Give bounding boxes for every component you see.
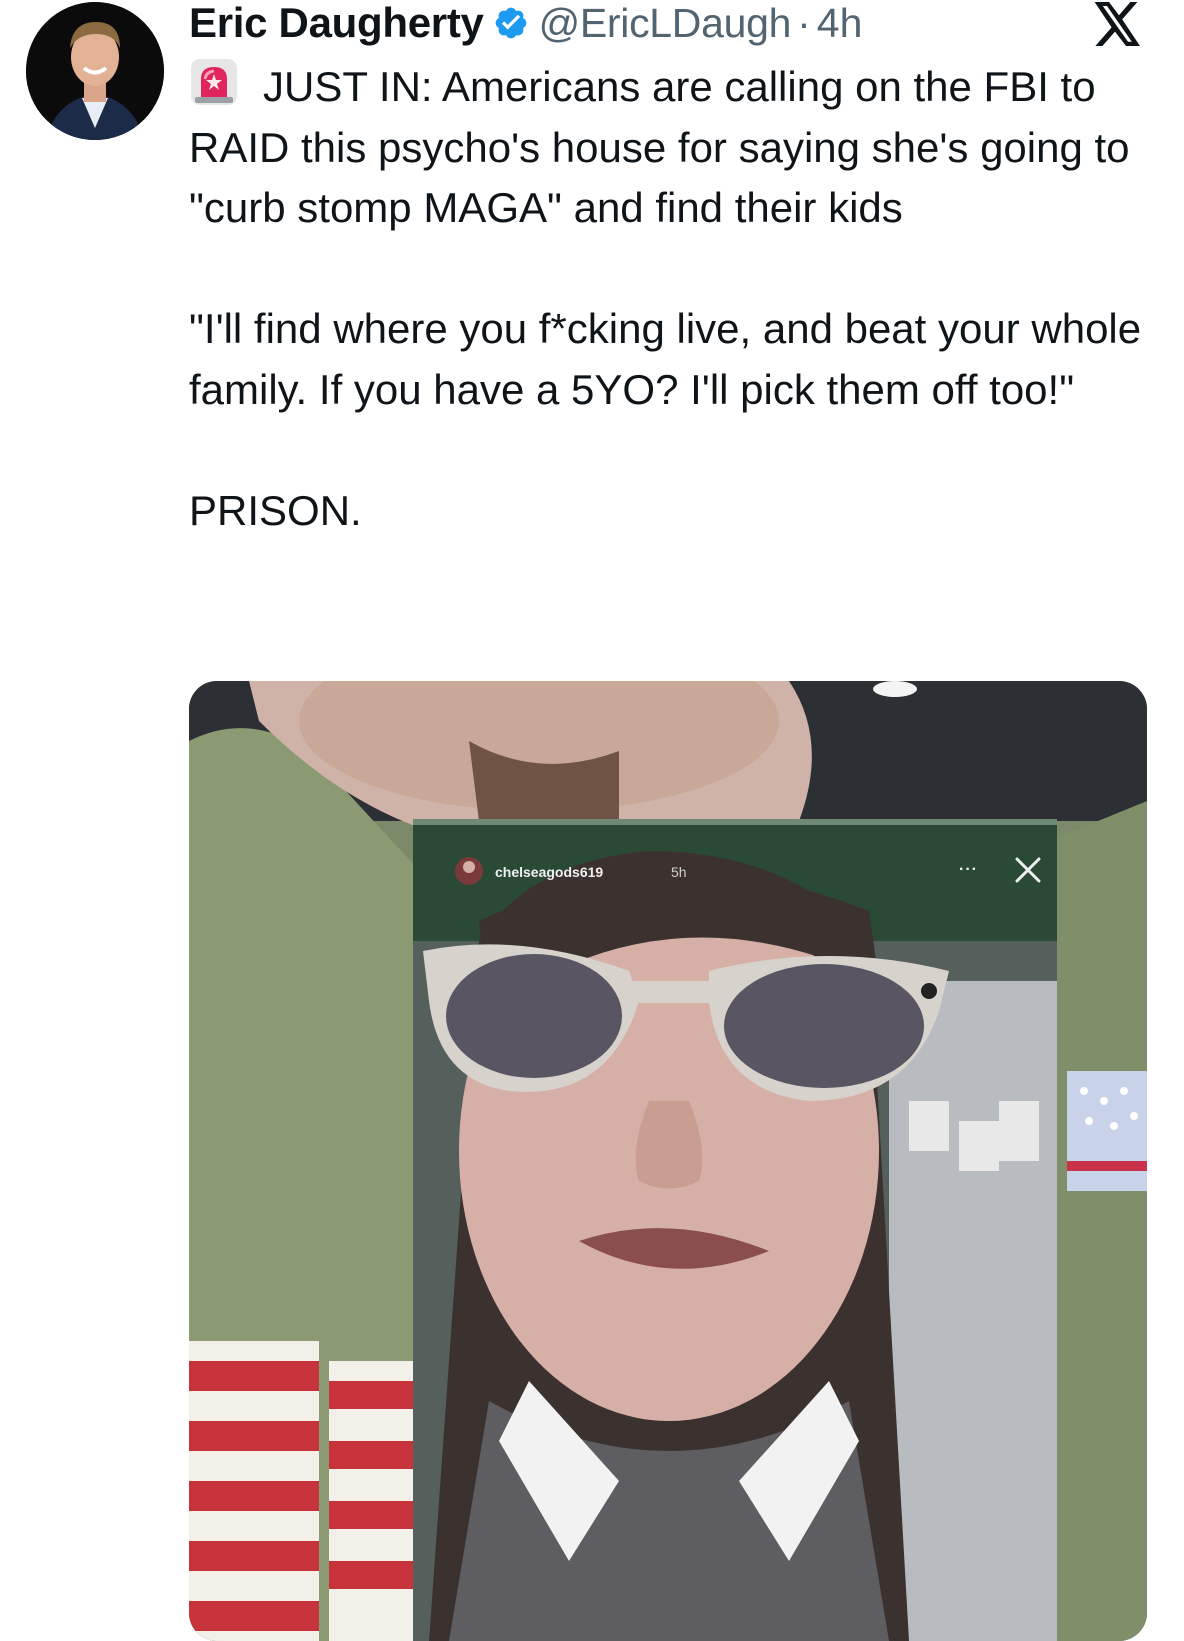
verified-badge-icon [493,5,529,41]
story-close-icon [1011,853,1045,887]
tweet-paragraph-3: PRISON. [189,486,362,534]
tweet-timestamp[interactable]: 4h [817,0,863,47]
author-display-name[interactable]: Eric Daugherty [189,0,484,47]
video-frame [189,681,1147,1641]
x-logo-icon[interactable] [1094,2,1142,46]
tweet-paragraph-1-text: JUST IN: Americans are calling on the FB… [189,63,1130,231]
story-time: 5h [671,864,687,880]
tweet-paragraph-2: "I'll find where you f*cking live, and b… [189,305,1142,413]
author-handle[interactable]: @EricLDaugh [539,0,792,47]
tweet-header: Eric Daugherty @EricLDaugh · 4h [189,0,862,46]
tweet-text: JUST IN: Americans are calling on the FB… [189,57,1164,541]
tweet-paragraph-1: JUST IN: Americans are calling on the FB… [189,57,1164,239]
story-username: chelseagods619 [495,864,604,880]
header-separator: · [797,0,811,46]
avatar[interactable] [26,2,164,140]
police-siren-icon [189,57,239,107]
story-more-icon: ··· [959,861,978,878]
tweet-media-video[interactable]: chelseagods619 5h ··· [189,681,1147,1641]
